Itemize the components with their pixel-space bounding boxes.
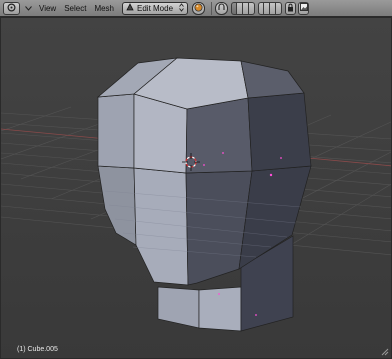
select-mode-group: [258, 1, 282, 15]
edit-mode-triangle-icon: [126, 3, 134, 13]
viewport-shading-button[interactable]: [192, 1, 205, 15]
header-separator: [211, 1, 212, 15]
blender-3d-view: View Select Mesh Edit Mode (1) Cube.005: [0, 0, 392, 359]
proportional-edit-button[interactable]: [285, 1, 296, 15]
lock-icon: [287, 3, 294, 14]
3d-view-icon: [6, 2, 17, 14]
chevron-down-icon: [24, 4, 32, 13]
mode-select[interactable]: Edit Mode: [122, 1, 188, 15]
viewport-header: View Select Mesh Edit Mode: [0, 0, 392, 17]
manipulator-scale[interactable]: [249, 1, 255, 15]
limit-selection-toggle[interactable]: [276, 1, 282, 15]
updown-arrows-icon: [179, 2, 184, 14]
image-icon: [299, 3, 308, 13]
collapse-menus-toggle[interactable]: [23, 2, 33, 15]
viewport-canvas[interactable]: [1, 18, 392, 359]
menu-select[interactable]: Select: [60, 2, 90, 15]
pivot-point-button[interactable]: [215, 1, 228, 15]
mode-select-label: Edit Mode: [137, 3, 174, 13]
object-status-label: (1) Cube.005: [17, 346, 58, 353]
solid-sphere-icon: [194, 3, 203, 14]
3d-viewport[interactable]: (1) Cube.005: [0, 17, 392, 359]
transform-manipulator-group: [231, 1, 255, 15]
pivot-icon: [217, 2, 226, 14]
menu-view[interactable]: View: [35, 2, 60, 15]
menu-mesh[interactable]: Mesh: [90, 2, 118, 15]
render-preview-button[interactable]: [298, 1, 309, 15]
editor-type-button[interactable]: [3, 1, 20, 15]
resize-grip-icon[interactable]: [380, 347, 389, 356]
